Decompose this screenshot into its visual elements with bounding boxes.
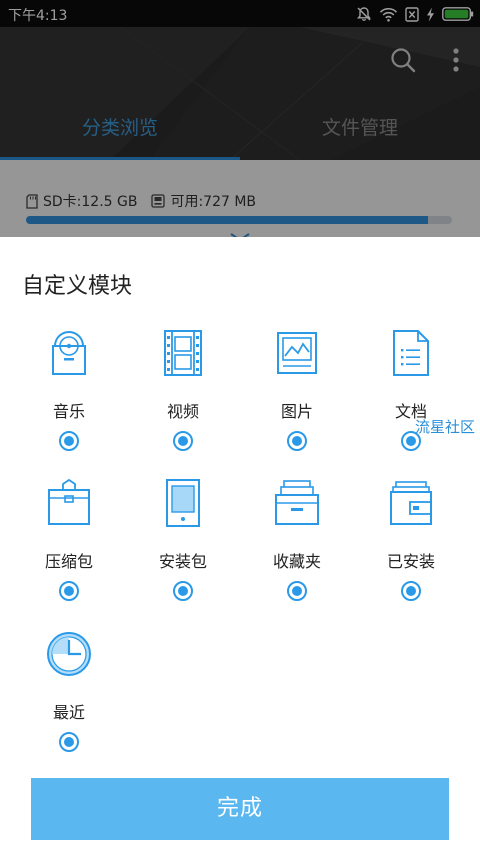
module-checkbox[interactable] bbox=[173, 431, 193, 451]
image-icon bbox=[277, 332, 317, 374]
video-icon bbox=[164, 330, 202, 376]
apk-icon bbox=[166, 479, 200, 527]
module-label: 压缩包 bbox=[44, 552, 93, 571]
customize-module-sheet: 自定义模块 音乐 视频 图片 文档 流星社区 压缩包 安装包 收藏夹 已安装 最… bbox=[0, 237, 480, 854]
dim-overlay[interactable] bbox=[0, 0, 480, 240]
module-label: 图片 bbox=[280, 402, 313, 421]
module-label: 音乐 bbox=[52, 402, 85, 421]
done-button[interactable]: 完成 bbox=[31, 778, 449, 840]
module-label: 视频 bbox=[166, 402, 199, 421]
module-checkbox[interactable] bbox=[59, 732, 79, 752]
module-label: 收藏夹 bbox=[272, 552, 321, 571]
module-label: 已安装 bbox=[386, 552, 435, 571]
favorites-icon bbox=[275, 480, 319, 525]
module-checkbox[interactable] bbox=[401, 581, 421, 601]
document-icon bbox=[393, 330, 429, 376]
module-checkbox[interactable] bbox=[59, 581, 79, 601]
clock-icon bbox=[47, 632, 91, 676]
module-checkbox[interactable] bbox=[287, 581, 307, 601]
module-checkbox[interactable] bbox=[287, 431, 307, 451]
module-label: 安装包 bbox=[158, 552, 207, 571]
sheet-title: 自定义模块 bbox=[22, 274, 133, 299]
installed-icon bbox=[390, 481, 432, 525]
module-label: 最近 bbox=[52, 703, 85, 722]
module-checkbox[interactable] bbox=[173, 581, 193, 601]
watermark-text: 流星社区 bbox=[415, 418, 476, 436]
module-checkbox[interactable] bbox=[59, 431, 79, 451]
archive-icon bbox=[48, 478, 90, 525]
music-icon bbox=[52, 331, 86, 375]
